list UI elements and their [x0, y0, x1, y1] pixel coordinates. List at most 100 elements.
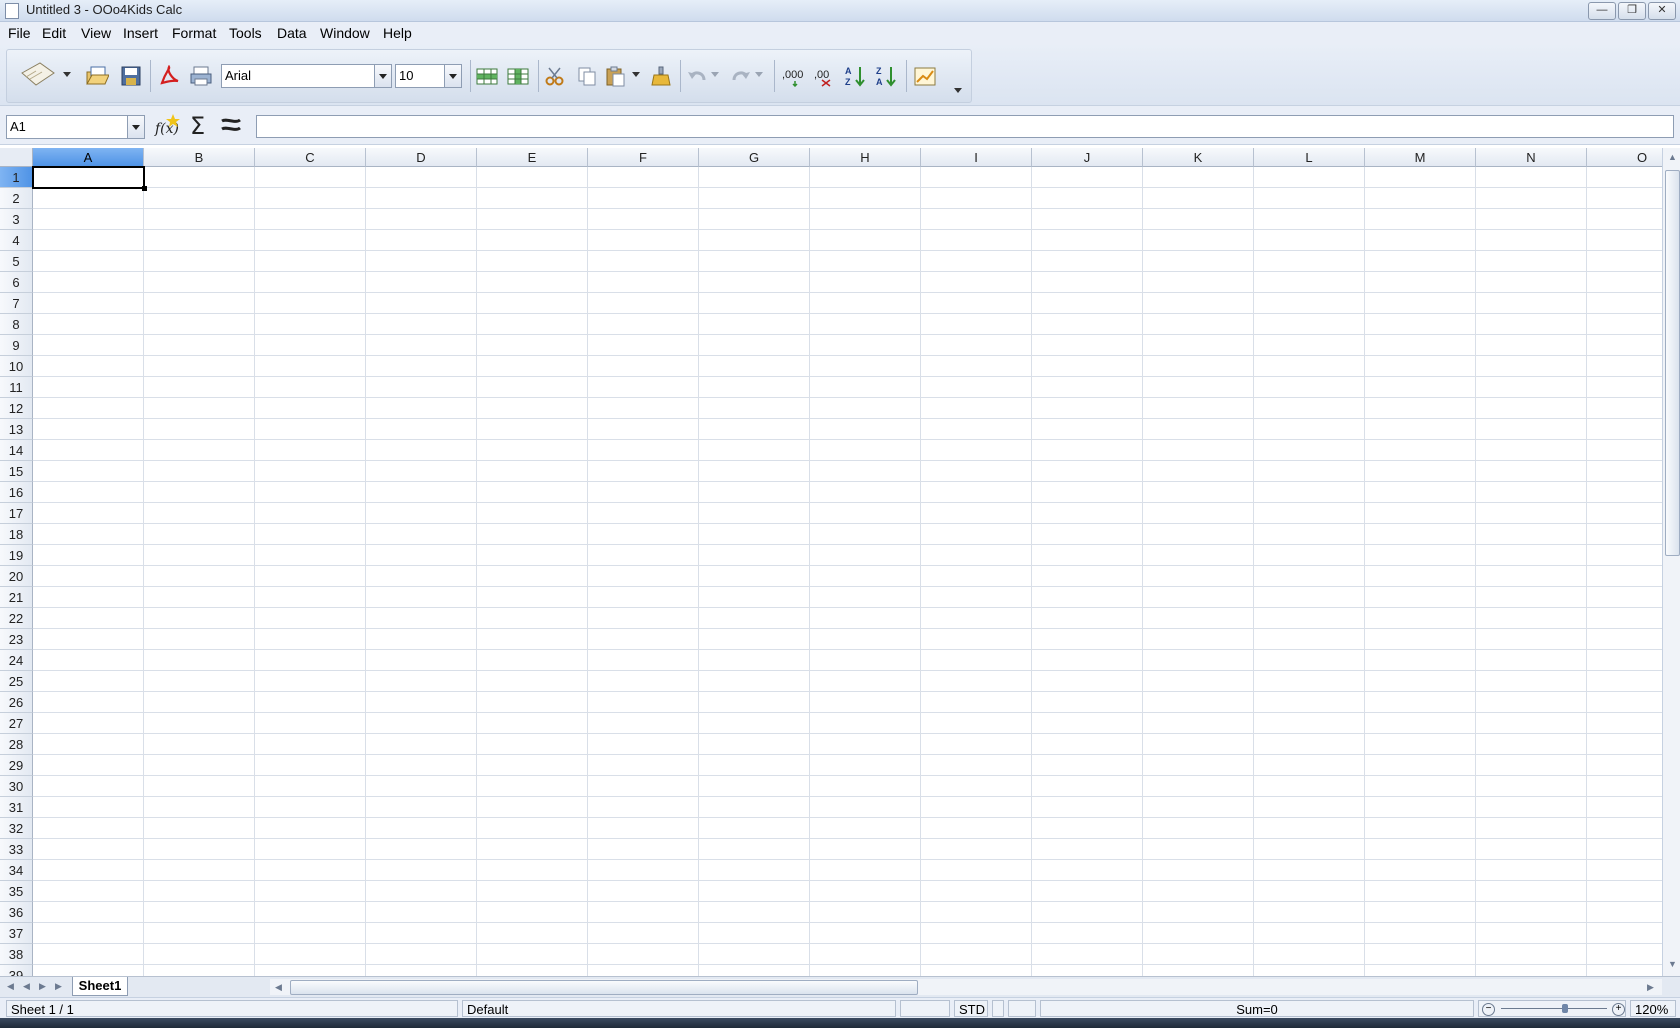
row-header-39[interactable]: 39	[0, 965, 33, 976]
row-header-3[interactable]: 3	[0, 209, 33, 230]
scroll-up-icon[interactable]: ▲	[1666, 151, 1679, 164]
column-header-h[interactable]: H	[810, 148, 921, 167]
row-header-2[interactable]: 2	[0, 188, 33, 209]
row-header-12[interactable]: 12	[0, 398, 33, 419]
column-header-k[interactable]: K	[1143, 148, 1254, 167]
row-header-30[interactable]: 30	[0, 776, 33, 797]
function-wizard-icon[interactable]: f(x)	[154, 112, 180, 138]
row-header-4[interactable]: 4	[0, 230, 33, 251]
font-size-combo[interactable]: 10	[395, 64, 462, 88]
row-header-33[interactable]: 33	[0, 839, 33, 860]
row-header-11[interactable]: 11	[0, 377, 33, 398]
next-sheet-icon[interactable]: ▶	[36, 980, 49, 993]
row-header-14[interactable]: 14	[0, 440, 33, 461]
menu-data[interactable]: Data	[277, 25, 307, 41]
sum-icon[interactable]: Σ	[186, 112, 212, 138]
column-header-a[interactable]: A	[33, 148, 144, 167]
font-name-combo[interactable]: Arial	[221, 64, 392, 88]
copy-icon[interactable]	[574, 63, 600, 89]
row-header-27[interactable]: 27	[0, 713, 33, 734]
horizontal-scroll-thumb[interactable]	[290, 980, 918, 995]
menu-tools[interactable]: Tools	[229, 25, 262, 41]
minimize-button[interactable]: —	[1588, 2, 1616, 20]
row-header-37[interactable]: 37	[0, 923, 33, 944]
cut-icon[interactable]	[542, 63, 568, 89]
row-header-23[interactable]: 23	[0, 629, 33, 650]
column-header-g[interactable]: G	[699, 148, 810, 167]
insert-rows-icon[interactable]	[474, 63, 500, 89]
scroll-right-icon[interactable]: ▶	[1644, 981, 1657, 994]
row-header-10[interactable]: 10	[0, 356, 33, 377]
active-cell[interactable]	[32, 166, 147, 191]
column-header-j[interactable]: J	[1032, 148, 1143, 167]
paste-icon[interactable]	[603, 63, 629, 89]
undo-dropdown-icon[interactable]	[710, 70, 720, 80]
last-sheet-icon[interactable]: ▶	[52, 980, 65, 993]
formula-input[interactable]	[256, 115, 1674, 138]
print-icon[interactable]	[188, 63, 214, 89]
toolbar-overflow-icon[interactable]	[952, 86, 964, 96]
insert-columns-icon[interactable]	[505, 63, 531, 89]
row-header-18[interactable]: 18	[0, 524, 33, 545]
row-header-35[interactable]: 35	[0, 881, 33, 902]
row-header-24[interactable]: 24	[0, 650, 33, 671]
vertical-scrollbar[interactable]: ▲ ▼	[1662, 148, 1680, 976]
row-header-36[interactable]: 36	[0, 902, 33, 923]
scroll-left-icon[interactable]: ◀	[272, 981, 285, 994]
row-header-38[interactable]: 38	[0, 944, 33, 965]
column-header-b[interactable]: B	[144, 148, 255, 167]
select-all-corner[interactable]	[0, 148, 33, 167]
row-header-28[interactable]: 28	[0, 734, 33, 755]
selection-mode[interactable]: STD	[954, 1000, 988, 1017]
zoom-slider-track[interactable]	[1501, 1008, 1607, 1009]
row-header-15[interactable]: 15	[0, 461, 33, 482]
redo-icon[interactable]	[728, 63, 754, 89]
menu-edit[interactable]: Edit	[42, 25, 66, 41]
spreadsheet-grid[interactable]: ABCDEFGHIJKLMNO 1 2 3 4 5 6 7 8 9 10 11 12 13 14 15 16 1…	[0, 148, 1662, 976]
menu-file[interactable]: File	[8, 25, 31, 41]
row-header-31[interactable]: 31	[0, 797, 33, 818]
first-sheet-icon[interactable]: ◀	[4, 980, 17, 993]
zoom-level[interactable]: 120%	[1630, 1000, 1676, 1017]
sheet-tab[interactable]: Sheet1	[72, 977, 128, 996]
column-header-f[interactable]: F	[588, 148, 699, 167]
undo-icon[interactable]	[684, 63, 710, 89]
row-header-32[interactable]: 32	[0, 818, 33, 839]
zoom-slider-field[interactable]: − +	[1478, 1000, 1626, 1017]
row-header-25[interactable]: 25	[0, 671, 33, 692]
column-header-d[interactable]: D	[366, 148, 477, 167]
vertical-scroll-thumb[interactable]	[1665, 170, 1680, 556]
row-header-26[interactable]: 26	[0, 692, 33, 713]
column-header-o[interactable]: O	[1587, 148, 1662, 167]
row-header-13[interactable]: 13	[0, 419, 33, 440]
row-header-17[interactable]: 17	[0, 503, 33, 524]
fill-handle[interactable]	[142, 186, 147, 191]
column-header-l[interactable]: L	[1254, 148, 1365, 167]
sort-ascending-icon[interactable]: AZ	[843, 63, 869, 89]
row-header-8[interactable]: 8	[0, 314, 33, 335]
menu-view[interactable]: View	[81, 25, 111, 41]
prev-sheet-icon[interactable]: ◀	[20, 980, 33, 993]
column-header-c[interactable]: C	[255, 148, 366, 167]
save-icon[interactable]	[118, 63, 144, 89]
row-header-16[interactable]: 16	[0, 482, 33, 503]
row-header-19[interactable]: 19	[0, 545, 33, 566]
row-header-7[interactable]: 7	[0, 293, 33, 314]
name-box[interactable]: A1	[6, 115, 145, 139]
row-header-29[interactable]: 29	[0, 755, 33, 776]
zoom-in-icon[interactable]: +	[1612, 1003, 1625, 1016]
formula-equals-icon[interactable]	[218, 112, 244, 138]
name-box-dropdown-icon[interactable]	[127, 116, 144, 138]
row-header-9[interactable]: 9	[0, 335, 33, 356]
horizontal-scrollbar[interactable]: ◀ ▶	[270, 979, 1662, 995]
page-style[interactable]: Default	[462, 1000, 896, 1017]
column-header-n[interactable]: N	[1476, 148, 1587, 167]
restore-button[interactable]: ❐	[1618, 2, 1646, 20]
delete-decimal-icon[interactable]: ,00	[812, 63, 840, 89]
row-header-1[interactable]: 1	[0, 167, 33, 188]
font-name-dropdown-icon[interactable]	[374, 65, 391, 87]
row-header-6[interactable]: 6	[0, 272, 33, 293]
column-header-e[interactable]: E	[477, 148, 588, 167]
row-header-20[interactable]: 20	[0, 566, 33, 587]
row-header-5[interactable]: 5	[0, 251, 33, 272]
